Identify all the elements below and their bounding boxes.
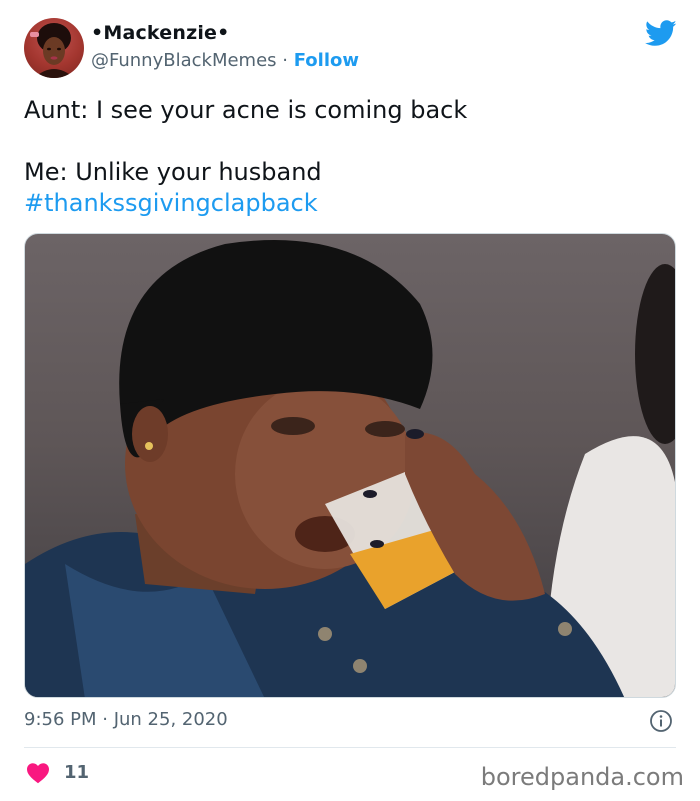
- author-handle[interactable]: @FunnyBlackMemes: [91, 50, 277, 71]
- info-icon[interactable]: [649, 709, 673, 733]
- avatar-illustration: [30, 23, 74, 78]
- twitter-bird-icon[interactable]: [645, 20, 677, 47]
- follow-button[interactable]: Follow: [294, 50, 359, 71]
- avatar[interactable]: [24, 18, 84, 78]
- tweet-line-2: Me: Unlike your husband: [24, 158, 322, 186]
- tweet-line-1: Aunt: I see your acne is coming back: [24, 96, 468, 124]
- tweet-text: Aunt: I see your acne is coming back Me:…: [24, 95, 676, 219]
- tweet-timestamp[interactable]: 9:56 PM · Jun 25, 2020: [24, 709, 228, 730]
- author-name[interactable]: •Mackenzie•: [91, 22, 229, 44]
- divider: [24, 747, 676, 748]
- handle-separator: ·: [276, 50, 294, 71]
- tweet-media-image[interactable]: [24, 233, 676, 698]
- author-handle-row: @FunnyBlackMemes · Follow: [91, 50, 359, 71]
- watermark: boredpanda.com: [480, 763, 684, 791]
- like-count: 11: [64, 762, 90, 783]
- heart-icon[interactable]: [26, 762, 50, 784]
- hashtag-link[interactable]: #thankssgivingclapback: [24, 188, 676, 219]
- photo-woman-drinking: [25, 240, 675, 697]
